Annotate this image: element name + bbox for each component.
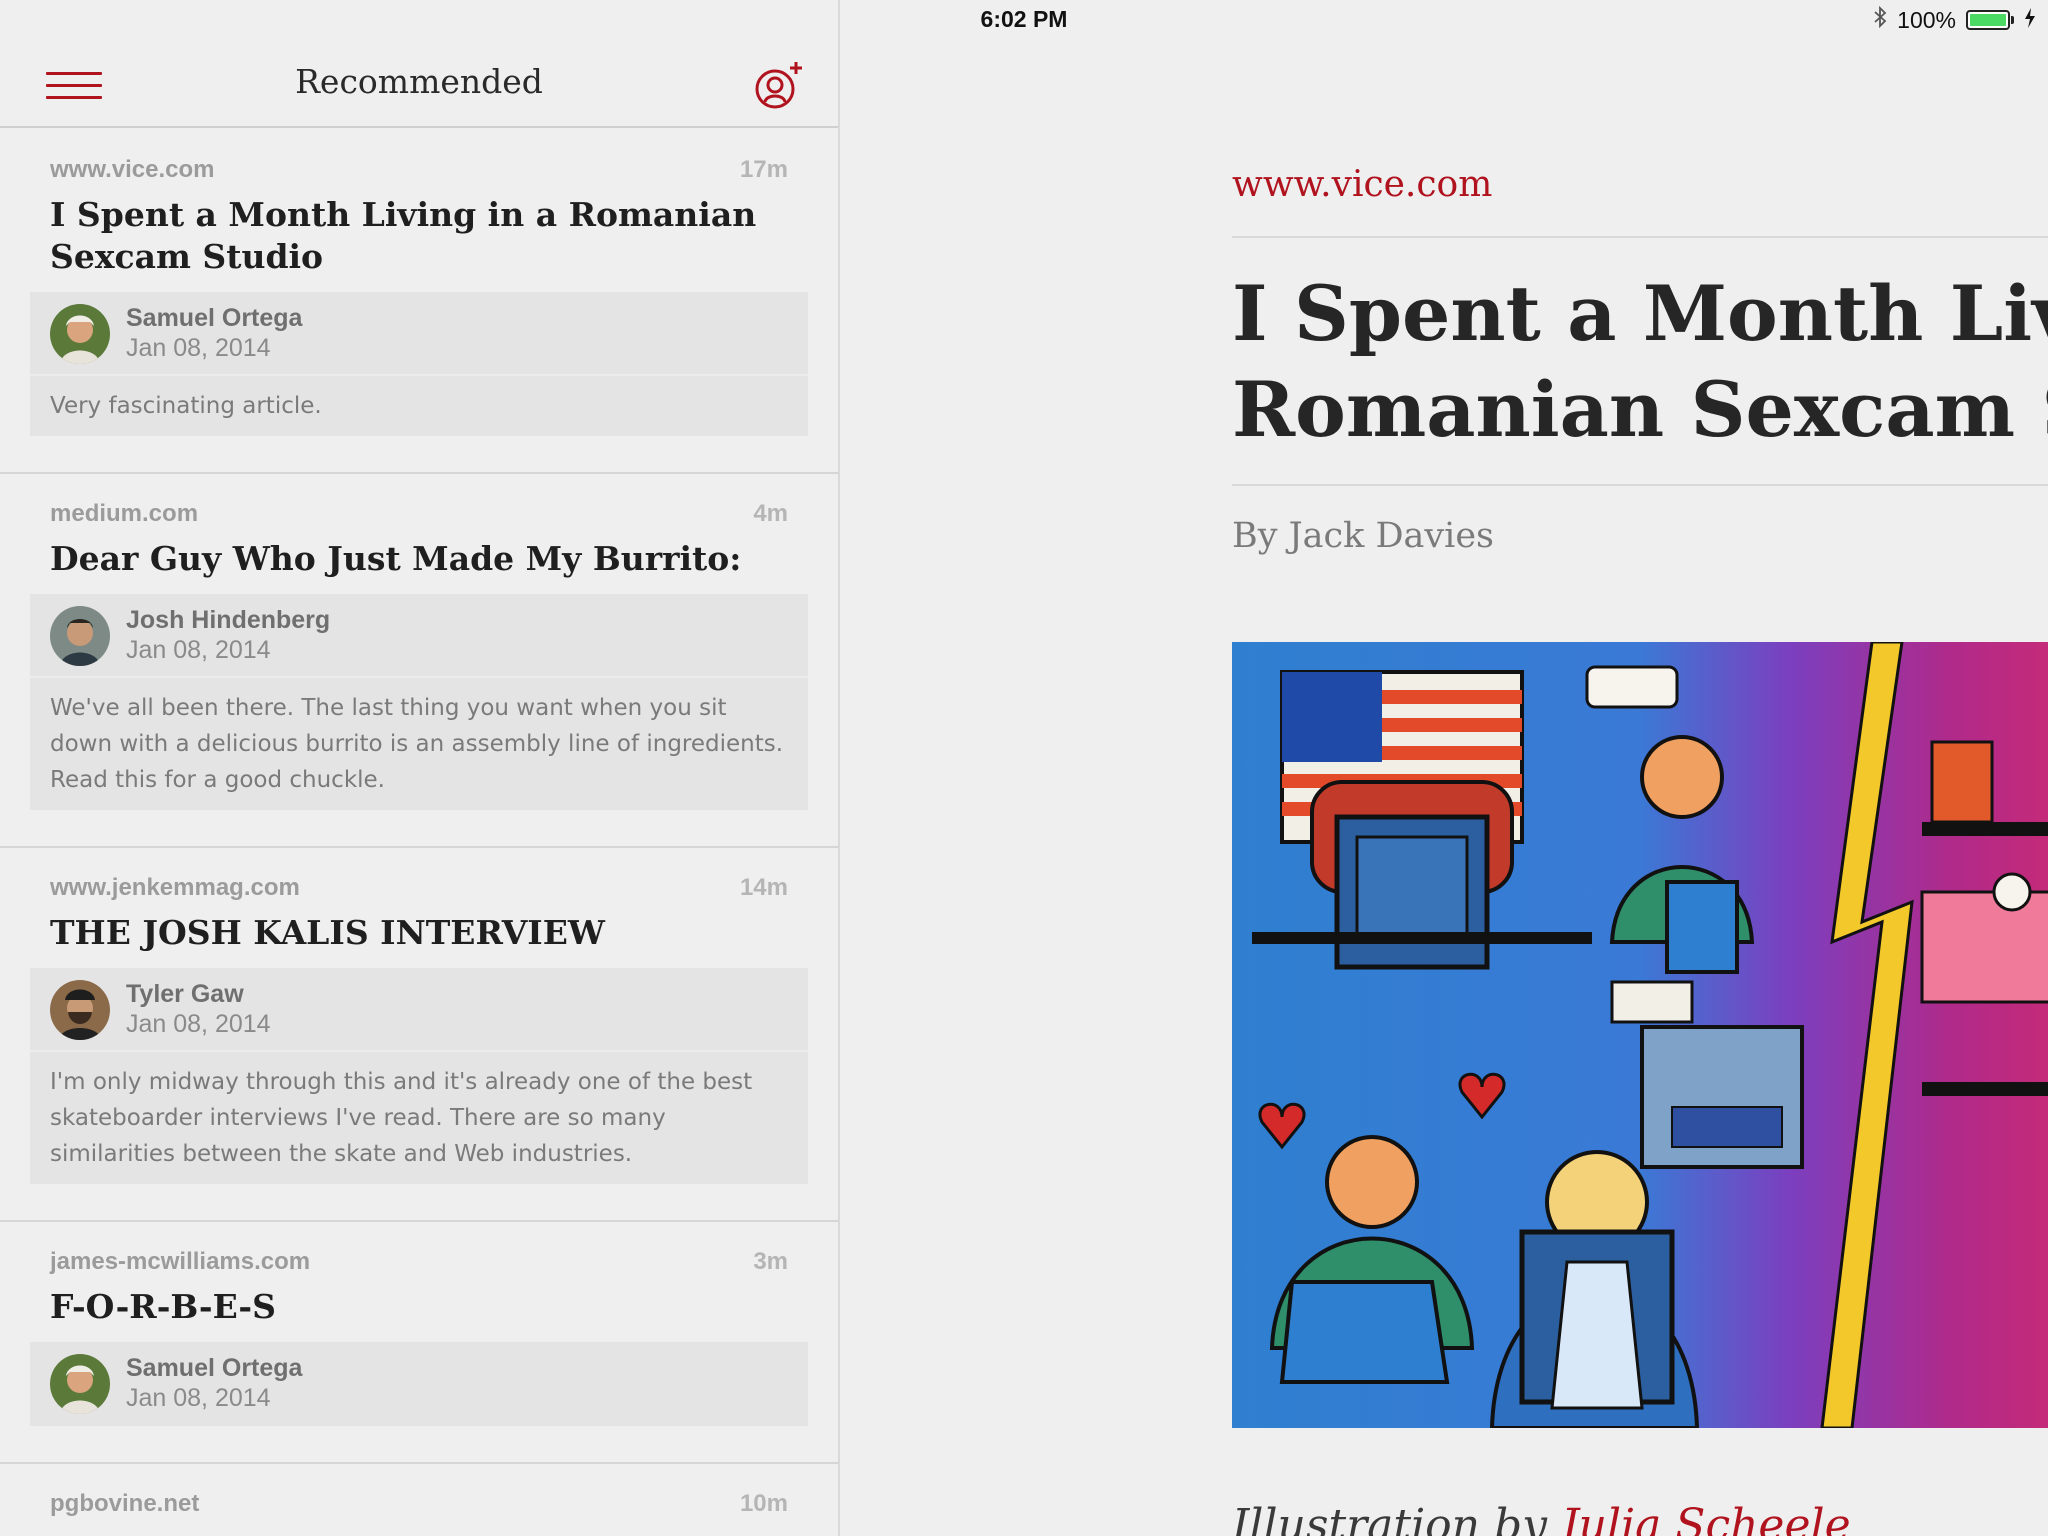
user-name: Josh Hindenberg [126,606,331,634]
comment-date: Jan 08, 2014 [126,636,271,664]
user-name: Tyler Gaw [126,980,244,1008]
card-time: 10m [739,1490,788,1517]
comment-user[interactable]: Samuel Ortega Jan 08, 2014 [30,1342,808,1426]
page-title: Recommended [295,62,543,101]
card-domain: www.vice.com [50,156,215,183]
battery-icon [1966,10,2014,30]
comment-user[interactable]: Tyler Gaw Jan 08, 2014 [30,968,808,1052]
article-title-line: I Spent a Month Livin [1232,269,2048,358]
nav-bar: Recommended [0,40,838,128]
charging-icon [2024,7,2036,34]
article-title-line: Romanian Sexcam St [1232,365,2048,454]
article-pane: www.vice.com I Spent a Month Livin Roman… [840,40,2048,1536]
avatar [50,606,110,666]
card-time: 17m [739,156,788,183]
feed-pane: Recommended www.vice.com 17m I Spent a M… [0,0,838,1536]
comment-box: Tyler Gaw Jan 08, 2014 I'm only midway t… [30,968,808,1184]
feed-card[interactable]: www.jenkemmag.com 14m THE JOSH KALIS INT… [0,848,838,1222]
status-right: 100% [1873,5,2036,34]
user-name: Samuel Ortega [126,304,303,332]
caption-prefix: Illustration by [1232,1500,1561,1536]
avatar [50,1354,110,1414]
comment-user[interactable]: Josh Hindenberg Jan 08, 2014 [30,594,808,678]
battery-percent: 100% [1897,6,1956,33]
divider [1232,236,2048,238]
add-friend-icon[interactable] [752,58,808,114]
card-domain: medium.com [50,500,199,527]
card-title[interactable]: THE JOSH KALIS INTERVIEW [30,904,808,968]
comment-box: Josh Hindenberg Jan 08, 2014 We've all b… [30,594,808,810]
image-caption: Illustration by Julia Scheele [1232,1500,1851,1536]
comment-box: Samuel Ortega Jan 08, 2014 Very fascinat… [30,292,808,436]
feed-card[interactable]: james-mcwilliams.com 3m F-O-R-B-E-S Samu… [0,1222,838,1464]
feed-list: www.vice.com 17m I Spent a Month Living … [0,130,838,1536]
card-title[interactable]: F-O-R-B-E-S [30,1278,808,1342]
card-domain: james-mcwilliams.com [50,1248,311,1275]
comment-text: We've all been there. The last thing you… [50,695,784,793]
avatar [50,980,110,1040]
comment-date: Jan 08, 2014 [126,1384,271,1412]
comment-date: Jan 08, 2014 [126,334,271,362]
feed-card[interactable]: pgbovine.net 10m [0,1464,838,1536]
comment-user[interactable]: Samuel Ortega Jan 08, 2014 [30,292,808,376]
card-time: 3m [753,1248,788,1275]
divider [1232,484,2048,486]
article-domain-link[interactable]: www.vice.com [1232,164,1492,205]
user-name: Samuel Ortega [126,1354,303,1382]
comment-text: I'm only midway through this and it's al… [50,1069,753,1167]
card-domain: www.jenkemmag.com [50,874,300,901]
feed-card[interactable]: medium.com 4m Dear Guy Who Just Made My … [0,474,838,848]
comment-date: Jan 08, 2014 [126,1010,271,1038]
article-title: I Spent a Month Livin Romanian Sexcam St [1232,266,2048,458]
card-title[interactable]: Dear Guy Who Just Made My Burrito: [30,530,808,594]
card-time: 4m [753,500,788,527]
illustrator-link[interactable]: Julia Scheele [1561,1500,1851,1536]
article-byline: By Jack Davies [1232,516,1495,556]
comment-text: Very fascinating article. [50,393,322,419]
feed-card[interactable]: www.vice.com 17m I Spent a Month Living … [0,130,838,474]
comment-box: Samuel Ortega Jan 08, 2014 [30,1342,808,1426]
card-time: 14m [739,874,788,901]
avatar [50,304,110,364]
card-title[interactable]: I Spent a Month Living in a Romanian Sex… [30,186,808,292]
card-domain: pgbovine.net [50,1490,200,1517]
article-illustration[interactable] [1232,642,2048,1428]
bluetooth-icon [1873,5,1887,34]
